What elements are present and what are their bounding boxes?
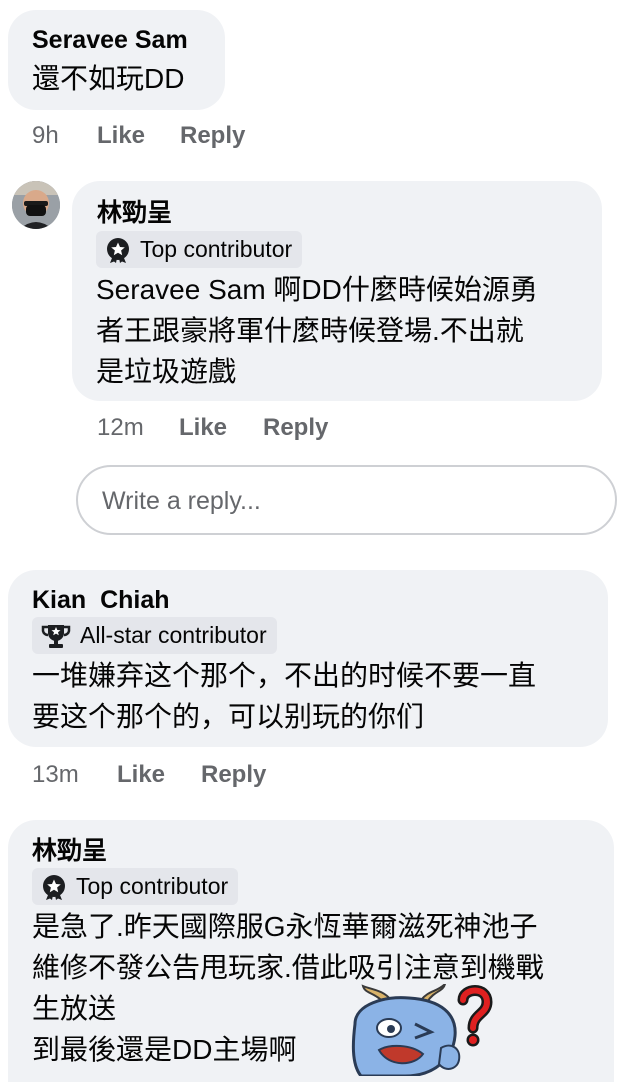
trophy-icon [41, 624, 71, 648]
comment-text: 還不如玩DD [32, 63, 185, 94]
comment-author[interactable]: Kian Chiah [32, 588, 170, 613]
comment-line: 者王跟豪將軍什麼時候登場.不出就 [96, 315, 524, 346]
comment-author[interactable]: Seravee Sam [32, 28, 188, 53]
badge-label: Top contributor [140, 236, 293, 262]
comment-text: Seravee Sam 啊DD什麼時候始源勇 者王跟豪將軍什麼時候登場.不出就 … [96, 269, 538, 392]
comment-line: 要这个那个的，可以别玩的你们 [32, 701, 425, 732]
comment-line: 一堆嫌弃这个那个，不出的时候不要一直 [32, 660, 537, 691]
badge-label: Top contributor [76, 873, 229, 899]
comment-author[interactable]: 林勁呈 [97, 201, 172, 226]
contributor-badge[interactable]: Top contributor [32, 868, 239, 905]
comment-line: 是垃圾遊戲 [96, 356, 237, 387]
comment-author[interactable]: 林勁呈 [32, 839, 107, 864]
comment-line: 維修不發公告甩玩家.借此吸引注意到機戰 [32, 952, 544, 983]
reply-placeholder: Write a reply... [102, 487, 261, 515]
contributor-badge[interactable]: Top contributor [96, 231, 303, 268]
avatar[interactable] [12, 181, 60, 229]
reply-button[interactable]: Reply [180, 124, 245, 148]
comment-line: 是急了.昨天國際服G永恆華爾滋死神池子 [32, 911, 538, 942]
top-contributor-icon [107, 237, 129, 263]
comment-timestamp[interactable]: 9h [32, 124, 59, 148]
top-contributor-icon [43, 874, 65, 900]
like-button[interactable]: Like [117, 763, 165, 787]
reply-button[interactable]: Reply [201, 763, 266, 787]
confused-dragon-sticker[interactable] [345, 984, 495, 1076]
comment-text: 一堆嫌弃这个那个，不出的时候不要一直 要这个那个的，可以别玩的你们 [32, 655, 536, 737]
contributor-badge[interactable]: All-star contributor [32, 617, 277, 654]
reply-input[interactable]: Write a reply... [76, 465, 617, 535]
avatar-image [12, 181, 60, 229]
reply-button[interactable]: Reply [263, 416, 328, 440]
badge-label: All-star contributor [80, 622, 267, 648]
comment-line: Seravee Sam 啊DD什麼時候始源勇 [96, 274, 538, 305]
like-button[interactable]: Like [97, 124, 145, 148]
comment-timestamp[interactable]: 13m [32, 763, 79, 787]
like-button[interactable]: Like [179, 416, 227, 440]
comment-timestamp[interactable]: 12m [97, 416, 144, 440]
